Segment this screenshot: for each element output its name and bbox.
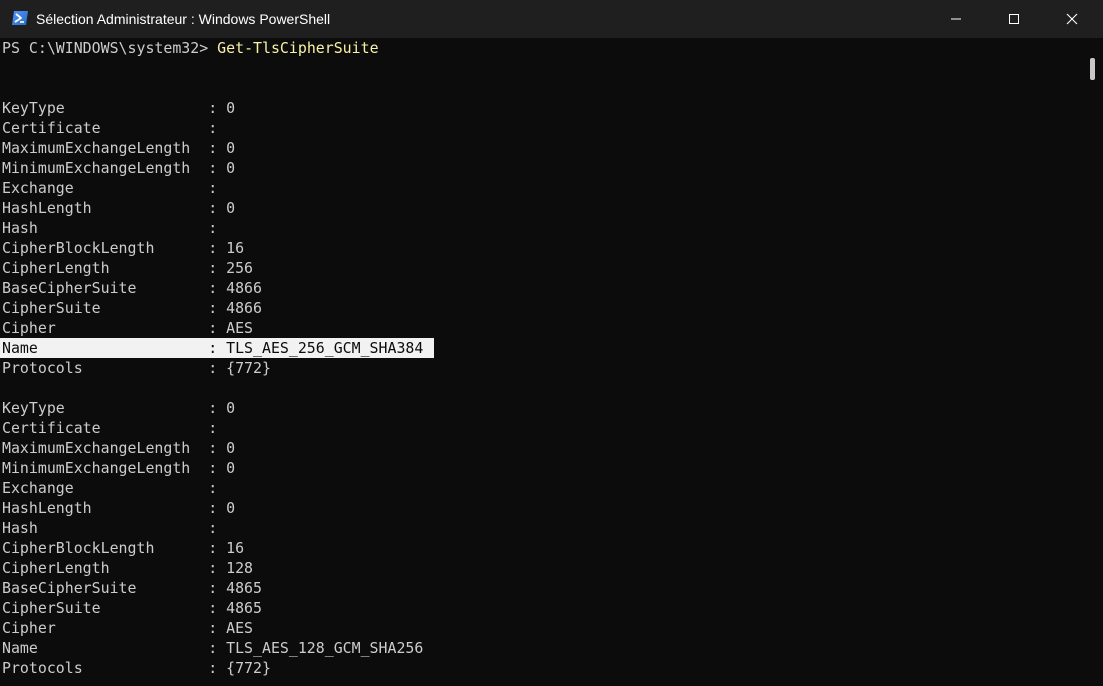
close-icon [1066,13,1078,25]
maximize-button[interactable] [985,0,1043,38]
output-line: MinimumExchangeLength : 0 [2,459,236,477]
title-bar[interactable]: Sélection Administrateur : Windows Power… [0,0,1103,38]
output-line: Hash : [2,519,218,537]
output-line: Cipher : AES [2,319,254,337]
output-line: Certificate : [2,419,218,437]
powershell-window: Sélection Administrateur : Windows Power… [0,0,1103,686]
output-line: CipherLength : 256 [2,259,254,277]
minimize-button[interactable] [927,0,985,38]
output-line: HashLength : 0 [2,199,236,217]
powershell-icon[interactable] [11,9,29,27]
output-line: HashLength : 0 [2,499,236,517]
close-button[interactable] [1043,0,1101,38]
output-line: Name : TLS_AES_128_GCM_SHA256 [2,639,424,657]
output-line: Protocols : {772} [2,659,271,677]
vertical-scrollbar[interactable] [1082,38,1103,686]
output-line: Protocols : {772} [2,359,271,377]
prompt-path: PS C:\WINDOWS\system32> [2,39,218,57]
command-text: Get-TlsCipherSuite [217,39,379,57]
console-output[interactable]: PS C:\WINDOWS\system32> Get-TlsCipherSui… [0,38,1082,686]
output-line: Certificate : [2,119,218,137]
output-line: CipherSuite : 4866 [2,299,262,317]
minimize-icon [951,18,961,20]
output-line: Exchange : [2,479,218,497]
output-line: CipherLength : 128 [2,559,254,577]
prompt-line: PS C:\WINDOWS\system32> Get-TlsCipherSui… [2,38,379,58]
output-line: CipherBlockLength : 16 [2,539,245,557]
output-line: BaseCipherSuite : 4865 [2,579,262,597]
output-line: MinimumExchangeLength : 0 [2,159,236,177]
output-line: Exchange : [2,179,218,197]
output-line: BaseCipherSuite : 4866 [2,279,262,297]
output-line: Cipher : AES [2,619,254,637]
window-title: Sélection Administrateur : Windows Power… [36,11,331,27]
output-line: Hash : [2,219,218,237]
output-line: CipherSuite : 4865 [2,599,262,617]
maximize-icon [1009,14,1019,24]
output-line: MaximumExchangeLength : 0 [2,439,236,457]
selected-output-line: Name : TLS_AES_256_GCM_SHA384 [2,339,424,357]
output-line: KeyType : 0 [2,99,236,117]
scrollbar-thumb[interactable] [1090,58,1095,80]
output-line: CipherBlockLength : 16 [2,239,245,257]
output-line: MaximumExchangeLength : 0 [2,139,236,157]
output-line: KeyType : 0 [2,399,236,417]
